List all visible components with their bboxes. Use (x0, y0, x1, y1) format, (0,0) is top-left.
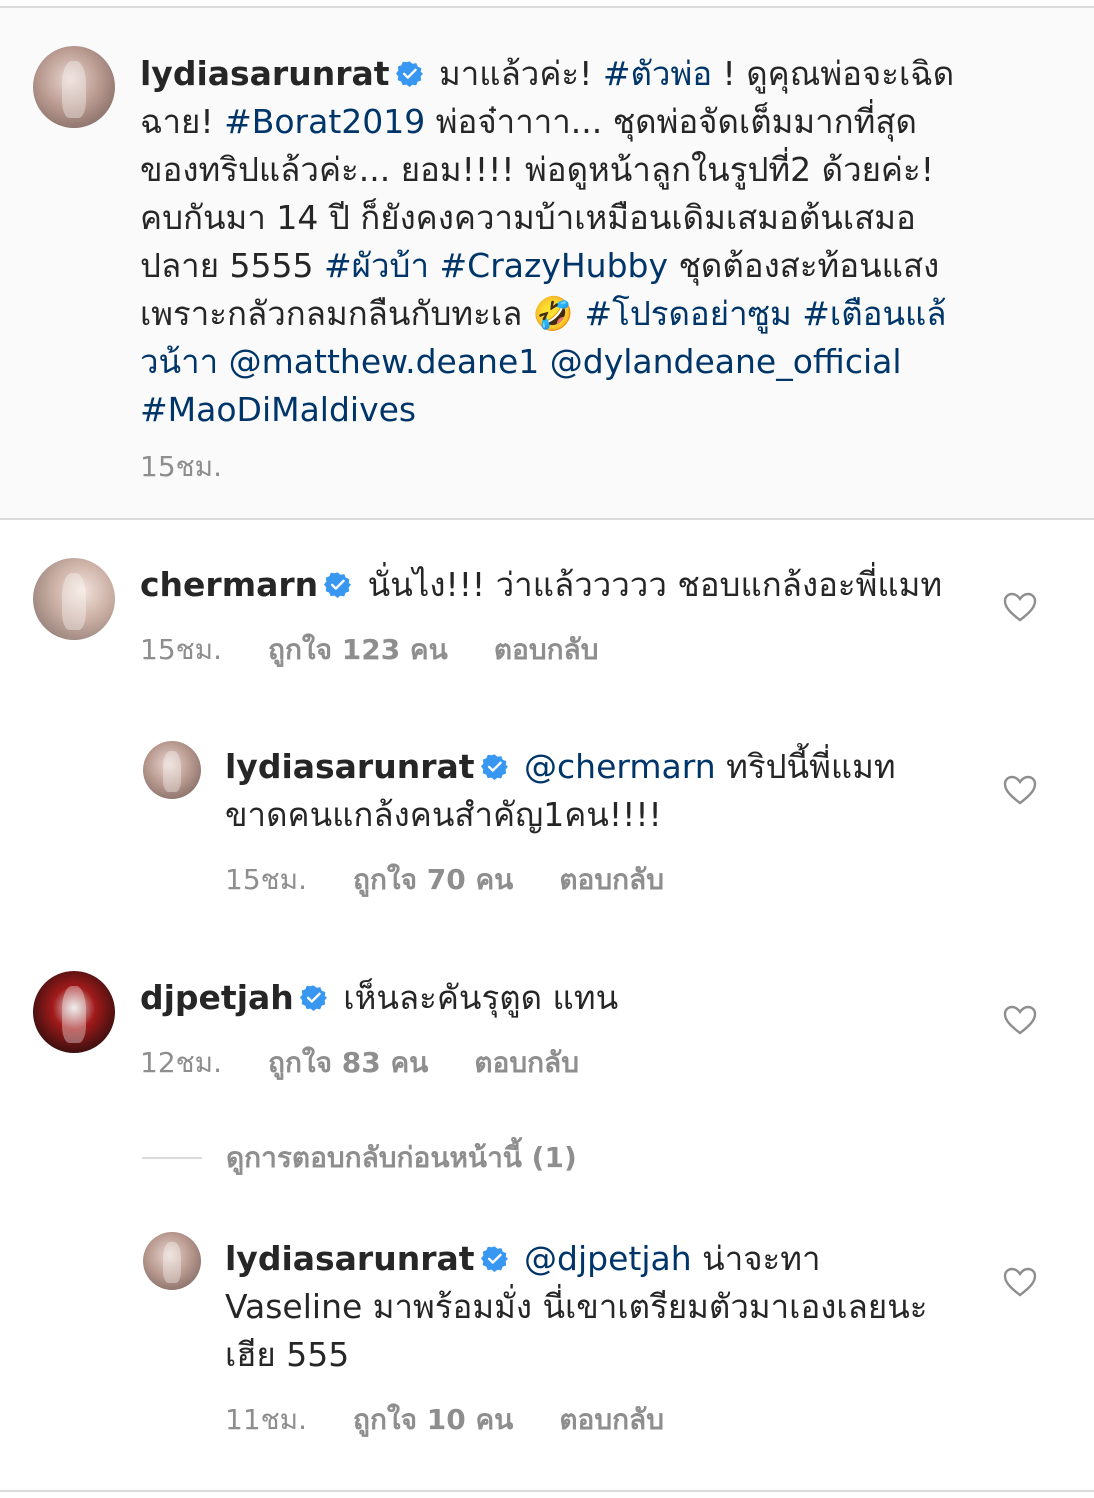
comment-time: 15ชม. (140, 633, 222, 666)
comment-time: 12ชม. (140, 1046, 222, 1079)
bottom-divider (0, 1490, 1094, 1492)
body-text (218, 342, 229, 381)
verified-badge-icon (395, 61, 423, 87)
caption-meta: 15ชม. (140, 445, 222, 489)
caption-divider (0, 518, 1094, 520)
comment-text: chermarn นั่นไง!!! ว่าแล้ววววว ชอบแกล้งอ… (140, 561, 970, 609)
tag-link[interactable]: @matthew.deane1 (229, 342, 540, 381)
body-text (792, 294, 803, 333)
replies-line-divider (142, 1157, 202, 1159)
heart-outline-icon[interactable] (1003, 1005, 1037, 1035)
tag-link[interactable]: @chermarn (524, 747, 716, 786)
tag-link[interactable]: #ผัวบ้า (324, 246, 429, 285)
reply-button[interactable]: ตอบกลับ (559, 858, 664, 902)
caption-time: 15ชม. (140, 450, 222, 483)
avatar[interactable] (143, 1232, 201, 1290)
reply-button[interactable]: ตอบกลับ (494, 628, 599, 672)
reply-text: lydiasarunrat @chermarn ทริปนี้พี่แมทขาด… (225, 743, 945, 839)
likes-count-button[interactable]: ถูกใจ 70 คน (353, 858, 513, 902)
comment-text: djpetjah เห็นละคันรุตูด แทน (140, 974, 970, 1022)
likes-count-button[interactable]: ถูกใจ 10 คน (353, 1398, 513, 1442)
comment-meta: 12ชม. ถูกใจ 83 คน ตอบกลับ (140, 1041, 579, 1085)
comment-username[interactable]: djpetjah (140, 978, 294, 1017)
verified-badge-icon (480, 754, 508, 780)
caption-body: มาแล้วค่ะ! #ตัวพ่อ ! ดูคุณพ่อจะเฉิดฉาย! … (140, 54, 954, 429)
verified-badge-icon (324, 572, 352, 598)
avatar[interactable] (143, 741, 201, 799)
tag-link[interactable]: #MaoDiMaldives (140, 390, 416, 429)
view-previous-replies-button[interactable]: ดูการตอบกลับก่อนหน้านี้ (1) (142, 1136, 577, 1180)
comment-time: 11ชม. (225, 1403, 307, 1436)
heart-outline-icon[interactable] (1003, 1267, 1037, 1297)
comment-username[interactable]: chermarn (140, 565, 318, 604)
body-text (429, 246, 440, 285)
body-text (539, 342, 550, 381)
heart-outline-icon[interactable] (1003, 775, 1037, 805)
tag-link[interactable]: #Borat2019 (224, 102, 425, 141)
comment-time: 15ชม. (225, 863, 307, 896)
tag-link[interactable]: @dylandeane_official (550, 342, 902, 381)
verified-badge-icon (299, 985, 327, 1011)
body-text: เห็นละคันรุตูด แทน (343, 978, 619, 1017)
comment-body: นั่นไง!!! ว่าแล้ววววว ชอบแกล้งอะพี่แมท (357, 565, 943, 604)
heart-outline-icon[interactable] (1003, 592, 1037, 622)
comment-meta: 15ชม. ถูกใจ 123 คน ตอบกลับ (140, 628, 598, 672)
comment-username[interactable]: lydiasarunrat (225, 1239, 475, 1278)
reply-text: lydiasarunrat @djpetjah น่าจะทา Vaseline… (225, 1235, 945, 1379)
avatar[interactable] (33, 558, 115, 640)
view-previous-replies-label: ดูการตอบกลับก่อนหน้านี้ (1) (226, 1141, 577, 1174)
avatar[interactable] (33, 46, 115, 128)
tag-link[interactable]: #ตัวพ่อ (603, 54, 712, 93)
comment-body: เห็นละคันรุตูด แทน (333, 978, 618, 1017)
reply-button[interactable]: ตอบกลับ (559, 1398, 664, 1442)
avatar[interactable] (33, 971, 115, 1053)
likes-count-button[interactable]: ถูกใจ 123 คน (268, 628, 448, 672)
likes-count-button[interactable]: ถูกใจ 83 คน (268, 1041, 428, 1085)
comment-meta: 15ชม. ถูกใจ 70 คน ตอบกลับ (225, 858, 664, 902)
caption-text: lydiasarunrat มาแล้วค่ะ! #ตัวพ่อ ! ดูคุณ… (140, 50, 960, 434)
tag-link[interactable]: @djpetjah (524, 1239, 692, 1278)
tag-link[interactable]: #CrazyHubby (440, 246, 669, 285)
tag-link[interactable]: #โปรดอย่าซูม (584, 294, 791, 333)
caption-username[interactable]: lydiasarunrat (140, 54, 390, 93)
comment-username[interactable]: lydiasarunrat (225, 747, 475, 786)
comment-meta: 11ชม. ถูกใจ 10 คน ตอบกลับ (225, 1398, 664, 1442)
body-text: นั่นไง!!! ว่าแล้ววววว ชอบแกล้งอะพี่แมท (367, 565, 943, 604)
body-text: มาแล้วค่ะ! (439, 54, 603, 93)
reply-button[interactable]: ตอบกลับ (474, 1041, 579, 1085)
verified-badge-icon (480, 1246, 508, 1272)
